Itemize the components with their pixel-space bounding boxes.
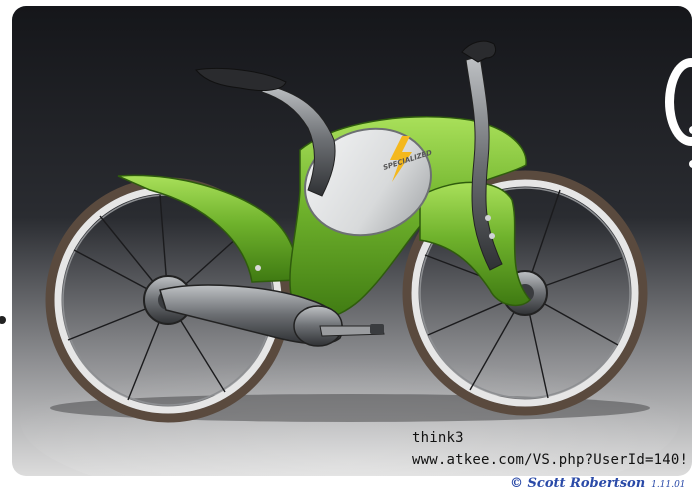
bicycle-render: SPECIALIZED [12, 6, 692, 497]
watermark-line-1: think3 [412, 430, 464, 446]
signature-year: 1.11.01 [651, 480, 686, 490]
artist-signature: © Scott Robertson 1.11.01 [510, 476, 686, 491]
signature-name: © Scott Robertson [510, 476, 646, 491]
edge-dot [689, 160, 697, 168]
edge-dot [689, 126, 697, 134]
watermark-line-2: www.atkee.com/VS.php?UserId=140! [412, 452, 689, 468]
